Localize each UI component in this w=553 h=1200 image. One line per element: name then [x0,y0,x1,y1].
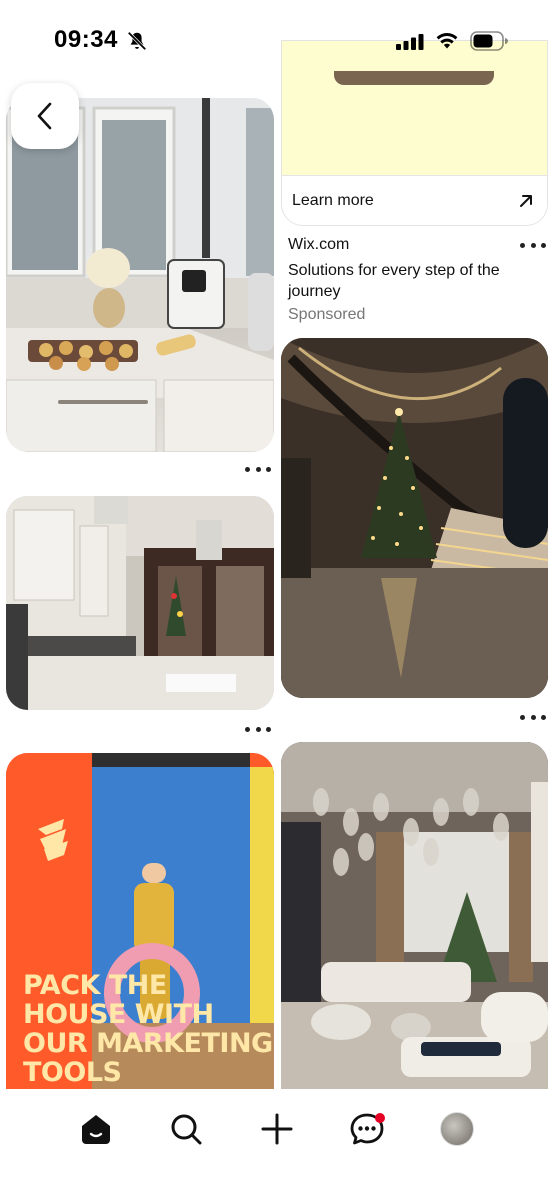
nav-search[interactable] [162,1105,210,1153]
living-room-chandelier-photo [281,742,548,1089]
pin-more-options-button[interactable] [520,712,546,722]
battery-icon [470,31,508,51]
nav-profile[interactable] [433,1105,481,1153]
pin-image-living-room[interactable] [281,742,548,1089]
pin-ad-marketing[interactable]: PACK THE HOUSE WITH OUR MARKETING TOOLS [6,753,274,1089]
wifi-icon [436,33,458,49]
home-icon [82,1115,110,1144]
notification-dot [375,1113,385,1123]
ad-headline: PACK THE HOUSE WITH OUR MARKETING TOOLS [23,970,273,1088]
search-icon [171,1114,202,1145]
plus-icon [261,1113,293,1145]
status-time: 09:34 [54,26,118,53]
status-bar: 09:34 [0,0,553,80]
cellular-signal-icon [396,34,424,50]
pin-image-kitchen[interactable] [6,98,274,452]
arrow-up-right-icon [520,194,532,207]
learn-more-label: Learn more [292,191,374,209]
bottom-nav [0,1089,553,1200]
learn-more-button[interactable]: Learn more [282,175,547,225]
pin-image-staircase[interactable] [281,338,548,698]
staircase-christmas-tree-photo [281,338,548,698]
chevron-left-icon [37,102,52,130]
pin-more-options-button[interactable] [245,464,271,474]
sponsored-label: Sponsored [288,306,366,323]
nav-messages[interactable] [343,1105,391,1153]
ad-source[interactable]: Wix.com [288,236,543,254]
kitchen-photo [6,98,274,452]
avatar [440,1112,474,1146]
pin-image-kitchen-dining[interactable] [6,496,274,710]
kitchen-dining-photo [6,496,274,710]
ad-meta: Wix.com Solutions for every step of the … [288,236,543,324]
pin-more-options-button[interactable] [520,240,546,250]
pin-more-options-button[interactable] [245,724,271,734]
nav-home[interactable] [72,1105,120,1153]
nav-create[interactable] [253,1105,301,1153]
bell-off-icon [127,31,147,51]
ad-description: Solutions for every step of the journey [288,262,500,300]
back-button[interactable] [11,83,79,149]
